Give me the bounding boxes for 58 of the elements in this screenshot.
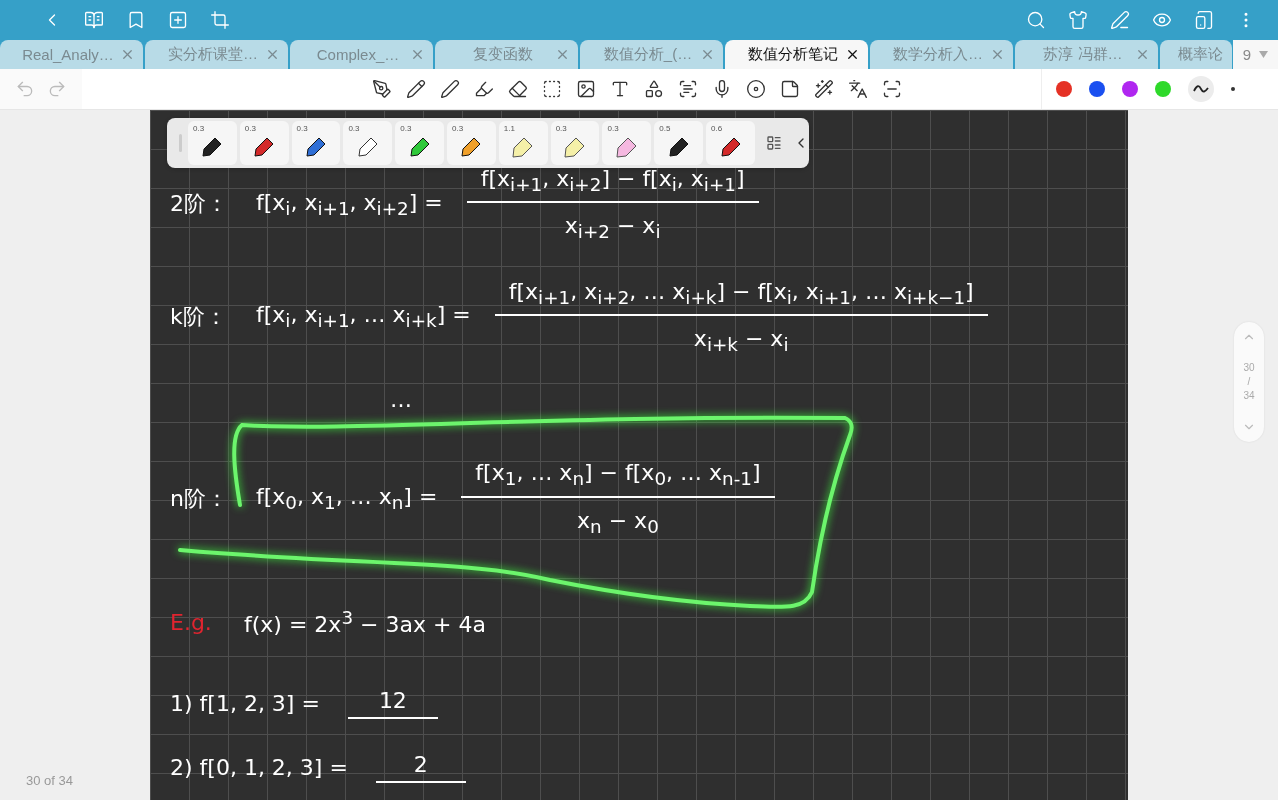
formula-label: n阶： [170, 484, 229, 513]
formula-lhs: f[x$_{i}$, x$_{i+1}$, x$_{i+2}$] = [256, 189, 443, 219]
page-count: 30 of 34 [26, 773, 73, 788]
tablet-icon[interactable] [1194, 9, 1214, 30]
eraser-icon[interactable] [507, 79, 528, 99]
page-separator: / [1247, 375, 1251, 389]
pen-icon[interactable] [439, 79, 460, 99]
lasso-select-icon[interactable] [541, 79, 562, 99]
pencil-icon[interactable] [405, 79, 426, 99]
sticker-icon[interactable] [779, 79, 800, 99]
fountain-pen-icon[interactable] [371, 79, 392, 99]
pen-preset[interactable]: 0.3 [447, 121, 496, 165]
example-tag: E.g. [170, 609, 230, 635]
stroke-style-button[interactable] [1188, 76, 1214, 102]
color-swatch[interactable] [1122, 81, 1138, 97]
pen-preset[interactable]: 0.3 [291, 121, 341, 165]
translate-icon[interactable] [847, 79, 868, 99]
pen-preset[interactable]: 0.3 [550, 121, 600, 165]
dot-icon[interactable] [1231, 87, 1235, 91]
exercise-question: 1) f[1, 2, 3] = [170, 691, 320, 717]
formula-label: k阶： [170, 302, 228, 331]
fraction: f[x$_{i+1}$, x$_{i+2}$, … x$_{i+k}$] − f[x$_{i}$, x$_{i+1}$, … x$_{i+k−1}$] x$_{i+k}$ − x$_{i}$ [494, 278, 988, 356]
exercise-answer: 12 [347, 688, 438, 720]
pen-preset[interactable]: 0.5 [654, 121, 704, 165]
close-icon[interactable] [845, 47, 860, 62]
list-icon[interactable] [765, 135, 782, 151]
color-swatch[interactable] [1056, 81, 1072, 97]
current-page: 30 [1243, 361, 1255, 375]
caret-icon [1259, 51, 1269, 58]
image-icon[interactable] [575, 79, 596, 99]
add-page-icon[interactable] [168, 9, 188, 30]
shirt-icon[interactable] [1068, 9, 1088, 30]
formula-lhs: f[x$_{i}$, x$_{i+1}$, … x$_{i+k}$] = [256, 302, 471, 332]
pen-preset[interactable]: 0.3 [395, 121, 445, 165]
document-tab[interactable]: 数值分析笔记 [725, 40, 868, 69]
pen-preset[interactable]: 0.3 [188, 121, 237, 165]
crop-icon[interactable] [210, 9, 230, 30]
pen-preset[interactable]: 0.3 [602, 121, 652, 165]
exercise-question: 2) f[0, 1, 2, 3] = [170, 755, 348, 781]
pen-preset[interactable]: 1.1 [498, 121, 548, 165]
highlighter-icon[interactable] [473, 79, 494, 99]
exercise-answer: 2 [375, 752, 466, 784]
pen-preset[interactable]: 0.3 [343, 121, 393, 165]
formula-label: 2阶： [170, 190, 229, 219]
shapes-icon[interactable] [643, 79, 664, 99]
formula-lhs: f[x$_{0}$, x$_{1}$, … x$_{n}$] = [256, 484, 438, 514]
color-swatch[interactable] [1089, 81, 1105, 97]
color-swatch[interactable] [1155, 81, 1171, 97]
search-icon[interactable] [1026, 9, 1046, 30]
total-pages: 34 [1243, 389, 1255, 403]
pen-preset[interactable]: 0.6 [706, 121, 755, 165]
text-recognition-icon[interactable] [677, 79, 698, 99]
wave-icon [1193, 84, 1209, 94]
fraction: f[x$_{1}$, … x$_{n}$] − f[x$_{0}$, … x$_{n-1}$] x$_{n}$ − x$_{0}$ [461, 460, 775, 538]
pen-preset[interactable]: 0.3 [239, 121, 289, 165]
book-icon[interactable] [84, 9, 104, 30]
example-function: f(x) = 2x$^{3}$ − 3ax + 4a [244, 607, 486, 638]
ellipsis-text: … [390, 387, 412, 413]
